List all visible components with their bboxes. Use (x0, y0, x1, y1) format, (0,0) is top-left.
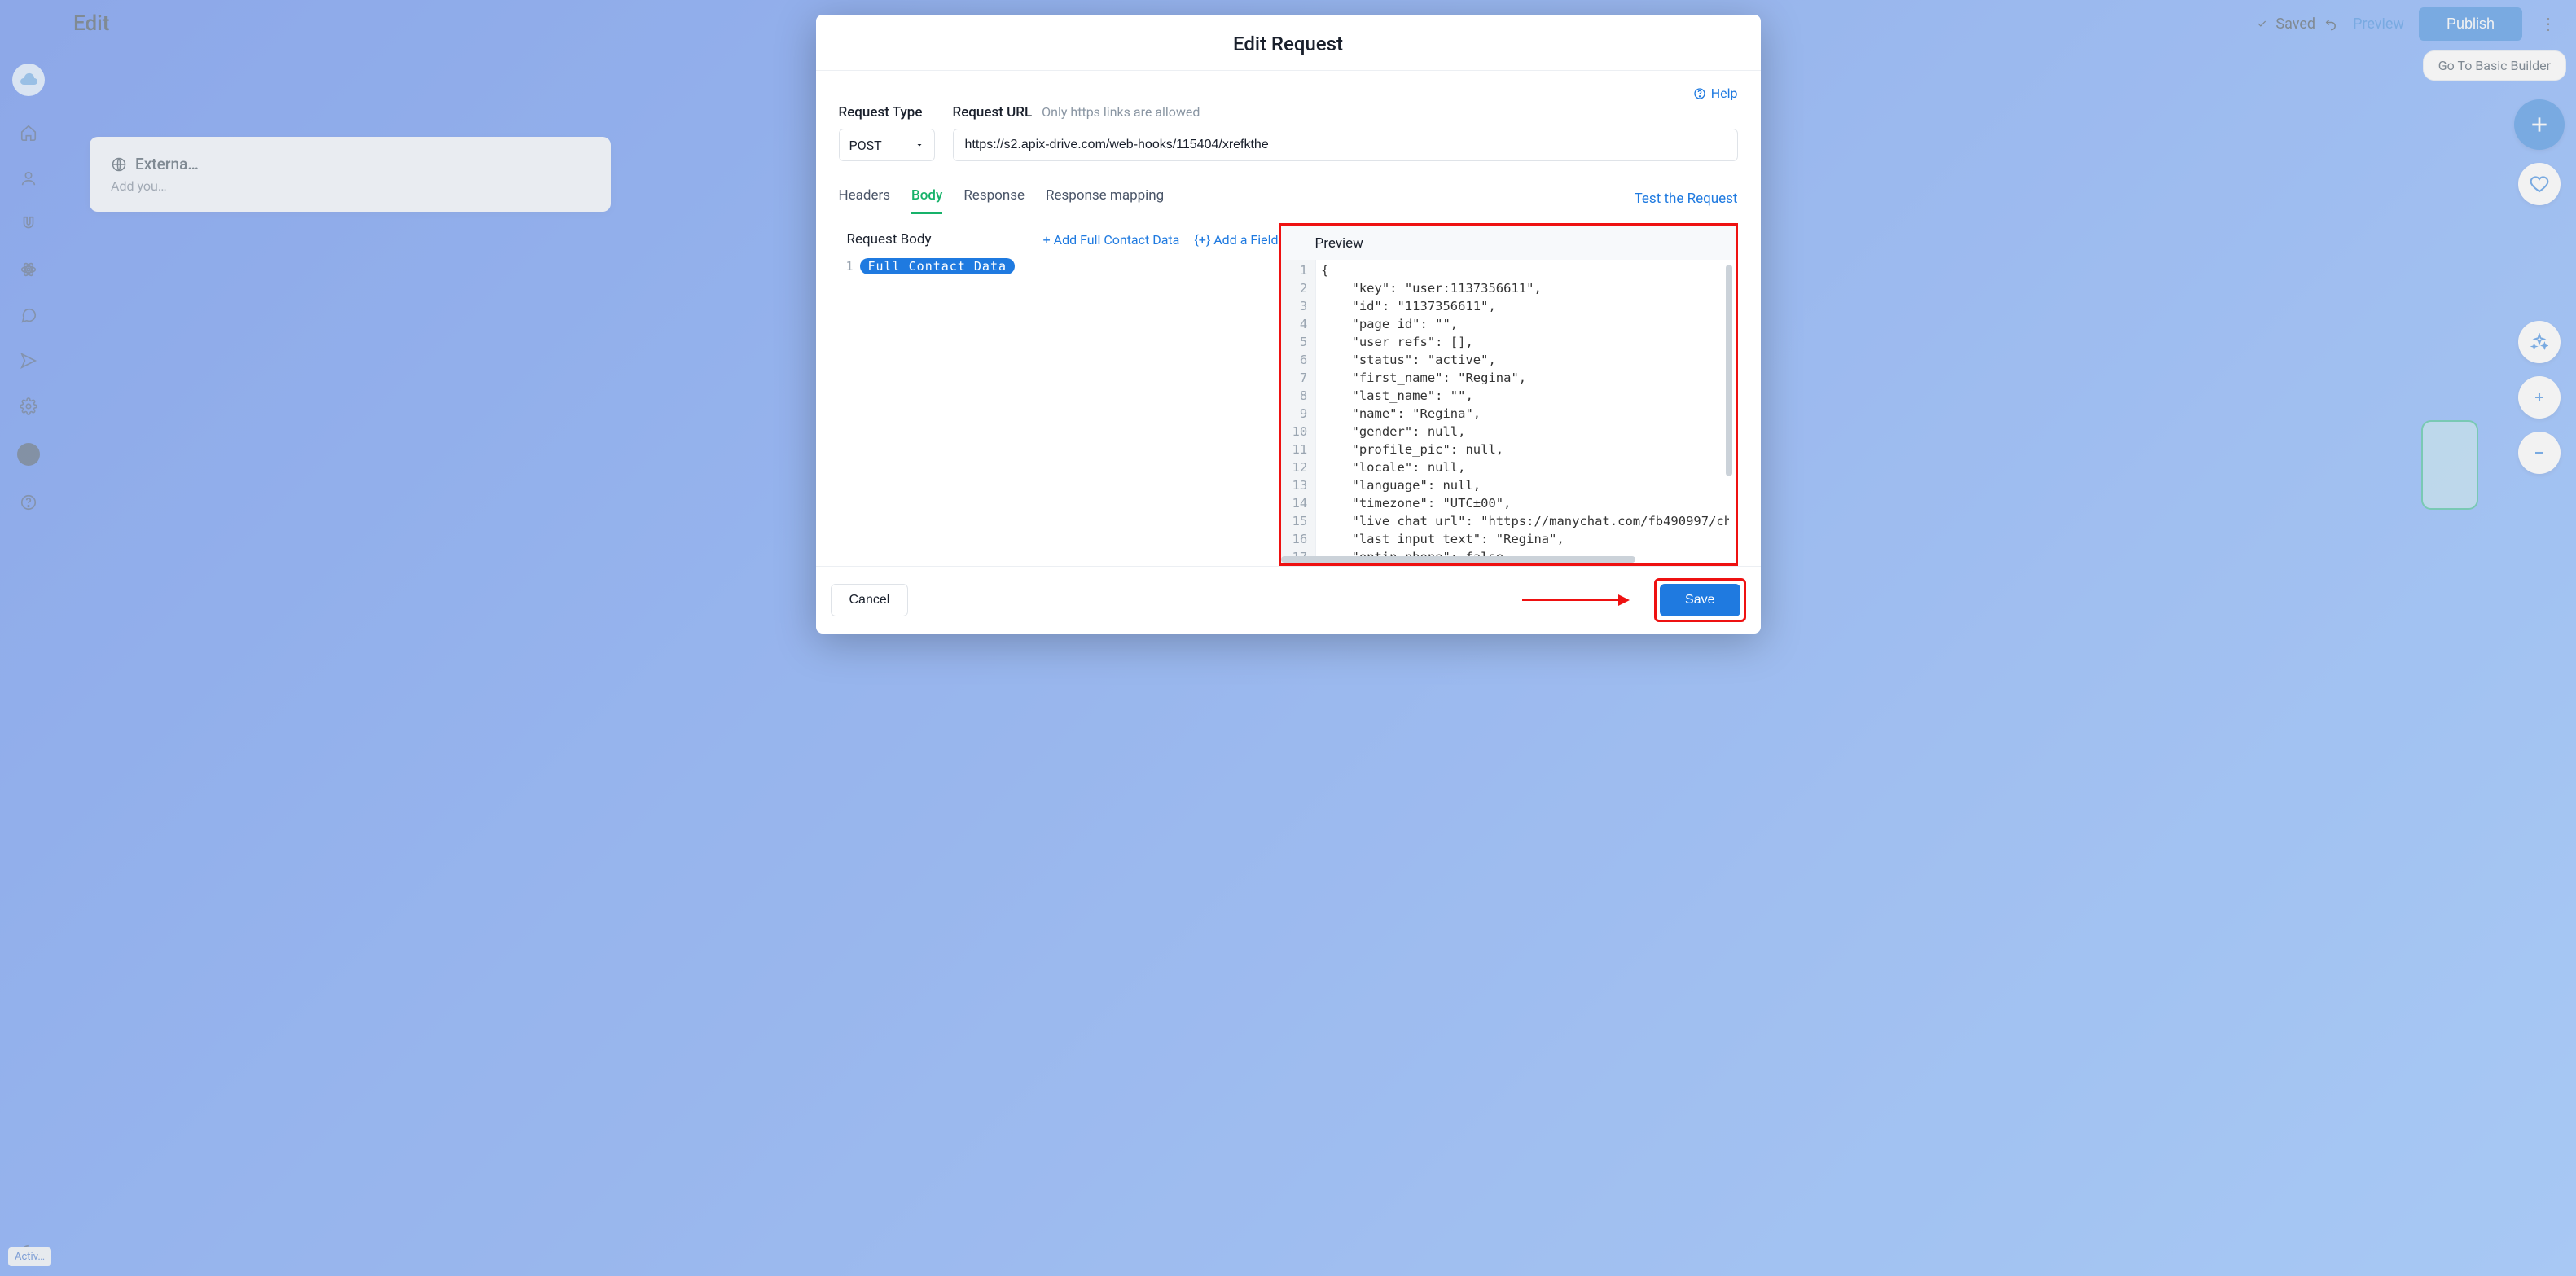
save-button[interactable]: Save (1660, 584, 1740, 616)
help-link[interactable]: Help (1693, 86, 1738, 101)
request-url-hint: Only https links are allowed (1042, 104, 1200, 120)
edit-request-modal: Edit Request Help Request Type POST (816, 15, 1761, 634)
modal-footer: Cancel Save (816, 566, 1761, 634)
modal-body: Help Request Type POST Request URL (816, 71, 1761, 566)
test-request-link[interactable]: Test the Request (1635, 191, 1738, 207)
preview-panel: Preview 1 2 3 4 5 6 7 8 9 10 11 12 13 14… (1279, 223, 1738, 566)
preview-vertical-scrollbar[interactable] (1726, 265, 1732, 476)
modal-header: Edit Request (816, 15, 1761, 71)
body-section: Request Body + Add Full Contact Data {+}… (839, 223, 1738, 566)
request-type-value: POST (849, 138, 882, 153)
request-url-label: Request URL (953, 104, 1033, 121)
tab-response-mapping[interactable]: Response mapping (1046, 182, 1164, 214)
request-url-input[interactable] (953, 129, 1738, 161)
full-contact-data-token[interactable]: Full Contact Data (860, 258, 1016, 274)
add-full-contact-data-link[interactable]: + Add Full Contact Data (1043, 232, 1180, 248)
request-type-label: Request Type (839, 104, 935, 121)
save-button-highlight: Save (1654, 578, 1745, 622)
tab-response[interactable]: Response (963, 182, 1025, 214)
tab-headers[interactable]: Headers (839, 182, 891, 214)
preview-content: { "key": "user:1137356611", "id": "11373… (1316, 260, 1735, 563)
tab-body[interactable]: Body (911, 182, 942, 214)
editor-gutter: 1 (839, 256, 858, 274)
modal-backdrop: Edit Request Help Request Type POST (0, 0, 2576, 1276)
annotation-arrow (1522, 599, 1628, 601)
request-type-select[interactable]: POST (839, 129, 935, 161)
request-tabs-row: Headers Body Response Response mapping T… (839, 182, 1738, 215)
request-body-title: Request Body (847, 231, 932, 248)
request-config-row: Request Type POST Request URL Only https… (839, 104, 1738, 161)
add-field-link[interactable]: {+} Add a Field (1194, 232, 1278, 248)
preview-title: Preview (1281, 226, 1736, 260)
help-icon (1693, 87, 1706, 100)
request-body-editor[interactable]: 1 Full Contact Data (839, 256, 1279, 274)
cancel-button[interactable]: Cancel (831, 584, 909, 616)
chevron-down-icon (915, 138, 924, 153)
modal-title: Edit Request (816, 33, 1761, 55)
preview-horizontal-scrollbar[interactable] (1281, 555, 1736, 563)
request-body-panel: Request Body + Add Full Contact Data {+}… (839, 223, 1279, 566)
preview-code-viewport[interactable]: 1 2 3 4 5 6 7 8 9 10 11 12 13 14 15 16 1… (1281, 260, 1736, 563)
help-label: Help (1711, 86, 1738, 101)
preview-gutter: 1 2 3 4 5 6 7 8 9 10 11 12 13 14 15 16 1… (1281, 260, 1317, 563)
